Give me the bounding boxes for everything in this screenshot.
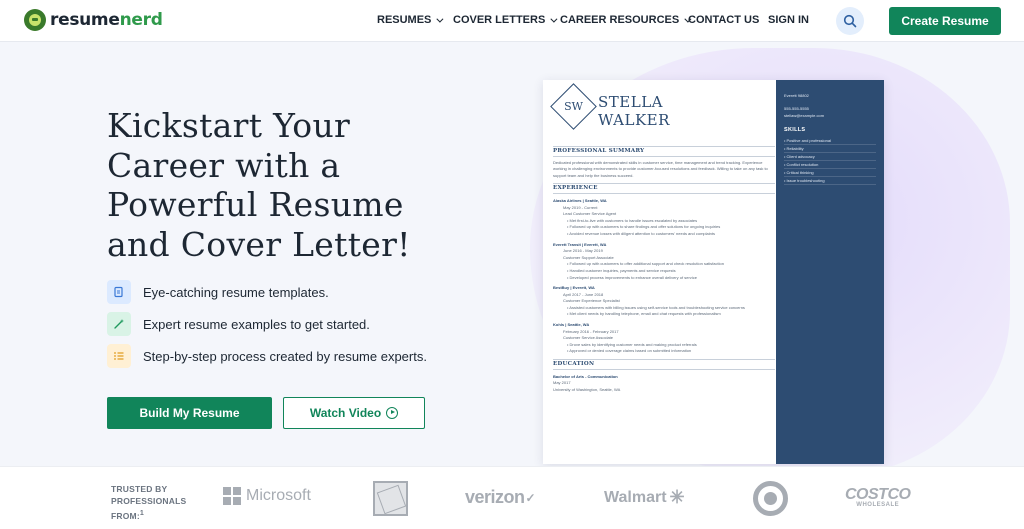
watch-video-button[interactable]: Watch Video [283,397,425,429]
chevron-down-icon [550,15,558,23]
logo-wordmark: resumenerd [50,10,163,30]
resume-edu-date: May 2017 [553,380,571,386]
resume-main-column: PROFESSIONAL SUMMARY Dedicated professio… [553,142,775,393]
resume-job-role: Customer Service Associate [563,335,614,341]
resume-job-dates: May 2019 - Current [563,204,598,210]
feature-item-examples: Expert resume examples to get started. [107,312,370,336]
logo-mark-icon [24,9,46,31]
resume-job-role: Customer Support Associate [563,254,614,260]
resume-section-title: PROFESSIONAL SUMMARY [553,146,775,157]
nav-career-resources[interactable]: CAREER RESOURCES [560,14,692,26]
play-circle-icon [386,407,399,419]
home-depot-logo [373,481,408,516]
nav-sign-in[interactable]: SIGN IN [768,14,809,26]
document-icon [107,280,131,304]
resume-job-dates: February 2016 - February 2017 [563,328,619,334]
resume-job-employer: Everett Transit | Everett, WA [553,241,607,247]
resume-name: STELLA WALKER [598,93,670,129]
resume-job-role: Customer Experience Specialist [563,298,620,304]
resume-section-title: EXPERIENCE [553,183,775,194]
resume-degree: Bachelor of Arts - Communication [553,373,618,379]
chevron-down-icon [436,15,444,23]
resumenerd-logo[interactable]: resumenerd [24,9,163,31]
resume-contact-line: Everett 98802 [784,93,809,98]
microsoft-grid-icon [223,487,241,505]
resume-skills-title: SKILLS [784,127,806,133]
walmart-spark-icon: ✳ [669,487,685,507]
resume-job-employer: BestBuy | Everett, WA [553,285,595,291]
feature-item-process: Step-by-step process created by resume e… [107,344,427,368]
nav-resumes[interactable]: RESUMES [377,14,444,26]
checklist-icon [107,344,131,368]
footnote-marker[interactable]: 1 [140,509,144,517]
resume-job-dates: June 2016 - May 2019 [563,248,603,254]
resume-job-employer: Alaska Airlines | Seattle, WA [553,197,607,203]
resume-summary: Dedicated professional with demonstrated… [553,159,768,178]
resume-contact-line: stellaw@example.com [784,113,825,118]
create-resume-button[interactable]: Create Resume [889,7,1001,35]
resume-contact-line: 555-555-5555 [784,106,809,111]
resume-job-dates: April 2017 - June 2018 [563,291,604,297]
build-my-resume-button[interactable]: Build My Resume [107,397,272,429]
trusted-by-label: TRUSTED BY PROFESSIONALS FROM:1 [111,484,187,521]
magic-wand-icon [107,312,131,336]
hero-title: Kickstart Your Career with a Powerful Re… [107,106,411,264]
nav-cover-letters[interactable]: COVER LETTERS [453,14,558,26]
costco-logo: COSTCO WHOLESALE [845,486,911,509]
target-logo [753,481,788,516]
resume-section-title: EDUCATION [553,359,775,370]
walmart-logo: Walmart ✳ [604,487,685,507]
resume-preview: SW STELLA WALKER PROFESSIONAL SUMMARY Ded… [543,80,884,464]
search-icon [843,14,857,28]
site-header: resumenerd RESUMES COVER LETTERS CAREER … [0,0,1024,42]
resume-edu-school: University of Washington, Seattle, WA [553,386,621,392]
resume-sidebar: Everett 98802 555-555-5555 stellaw@examp… [776,80,884,464]
feature-item-templates: Eye-catching resume templates. [107,280,329,304]
nav-contact-us[interactable]: CONTACT US [688,14,759,26]
microsoft-logo: Microsoft [223,487,311,505]
search-button[interactable] [836,7,864,35]
resume-job-employer: Kohls | Seattle, WA [553,322,590,328]
resume-job-role: Lead Customer Service Agent [563,211,617,217]
verizon-logo: verizon ✓ [465,487,536,507]
monogram: SW [564,100,583,113]
